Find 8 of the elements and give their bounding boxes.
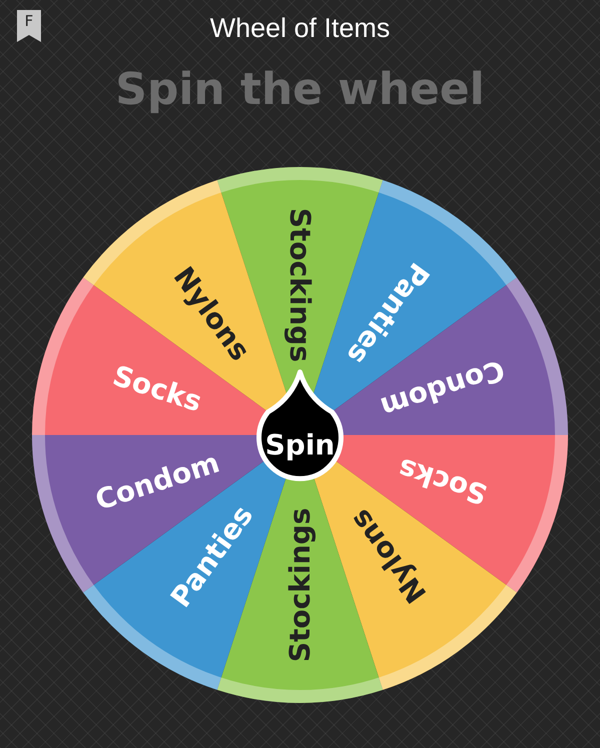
spin-button[interactable]: Spin bbox=[256, 370, 344, 482]
segment-label: Stockings bbox=[284, 508, 316, 662]
segment-label: Stockings bbox=[284, 208, 316, 362]
app-logo: F bbox=[17, 10, 41, 42]
segment-label: Socks bbox=[394, 452, 492, 512]
segment-label: Socks bbox=[108, 358, 206, 418]
page-heading: Spin the wheel bbox=[115, 64, 485, 117]
app-title: Wheel of Items bbox=[210, 12, 390, 44]
